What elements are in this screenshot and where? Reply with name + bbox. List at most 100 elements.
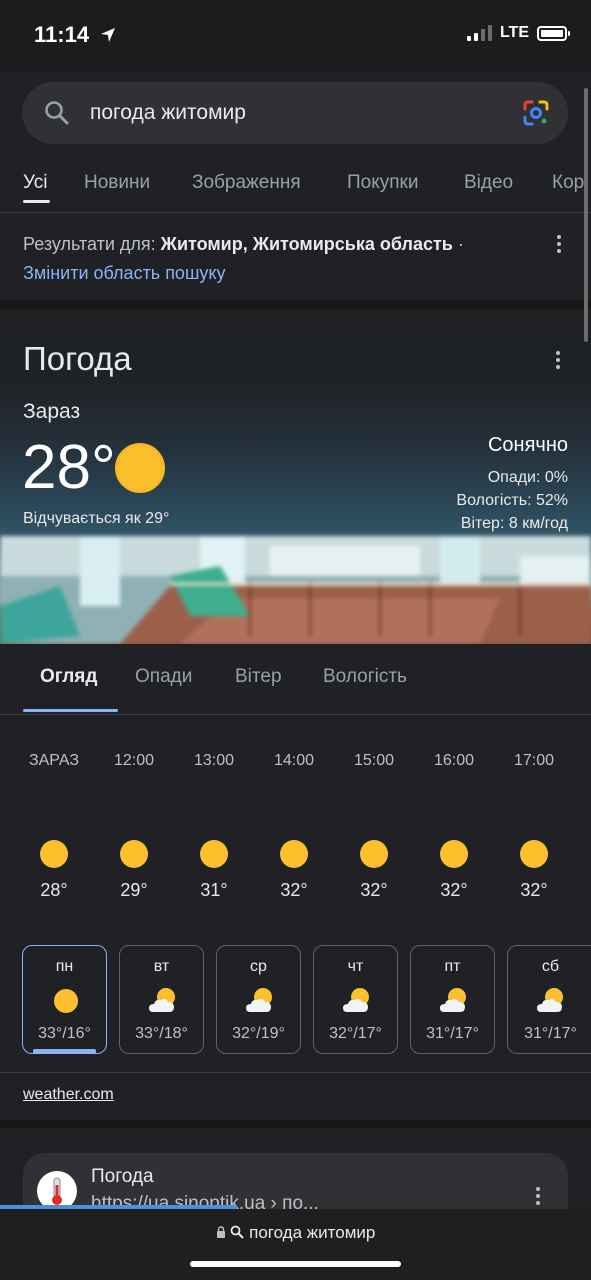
day-name: ср [250,958,267,975]
day-name: пн [55,958,74,975]
weather-menu-icon[interactable] [555,348,561,372]
browser-bottom-bar[interactable]: погода житомир [0,1209,591,1280]
status-time: 11:14 [34,22,117,48]
address-text: погода житомир [249,1223,376,1242]
partly-cloudy-icon [149,988,175,1012]
change-region-link[interactable]: Змінити область пошуку [23,263,225,283]
weather-now-label: Зараз [23,400,81,423]
search-tabs: Усі Новини Зображення Покупки Відео Кор [0,160,591,213]
weather-tab-wind[interactable]: Вітер [235,666,282,688]
battery-icon [537,25,570,41]
tab-videos[interactable]: Відео [464,172,513,194]
day-card-tue[interactable]: вт 33°/18° [119,945,204,1054]
google-lens-icon[interactable] [522,99,550,127]
day-temp: 33°/18° [135,1025,188,1042]
search-input[interactable]: погода житомир [90,101,522,125]
hour-time: 16:00 [433,752,475,769]
feels-like: Відчувається як 29° [23,510,170,527]
sun-icon [360,840,388,868]
hour-time: 12:00 [113,752,155,769]
day-name: пт [444,958,461,975]
hour-time: 15:00 [353,752,395,769]
location-arrow-icon [101,28,116,42]
precipitation: Опади: 0% [487,469,568,486]
home-indicator[interactable] [190,1261,401,1267]
partly-cloudy-icon [246,988,272,1012]
hour-temp: 29° [120,880,148,900]
sun-icon [520,840,548,868]
weather-title: Погода [23,340,132,377]
day-temp: 33°/16° [38,1025,91,1042]
partly-cloudy-icon [343,988,369,1012]
day-card-sat[interactable]: сб 31°/17° [507,945,591,1054]
sun-icon [200,840,228,868]
scrollbar[interactable] [584,88,588,342]
partly-cloudy-icon [440,988,466,1012]
weather-condition: Сонячно [487,434,568,456]
day-card-mon[interactable]: пн 33°/16° [22,945,107,1054]
day-name: вт [153,958,170,975]
status-time-text: 11:14 [34,22,90,47]
day-temp: 31°/17° [426,1025,479,1042]
results-for: Результати для: Житомир, Житомирська обл… [23,230,543,288]
tab-news[interactable]: Новини [84,172,150,194]
result-menu-icon[interactable] [535,1184,541,1208]
sun-icon [120,840,148,868]
current-temperature: 28° [22,433,116,502]
hour-temp: 32° [520,880,548,900]
hour-time: 13:00 [193,752,235,769]
weather-tabs: Огляд Опади Вітер Вологість [0,644,591,715]
day-temp: 32°/19° [232,1025,285,1042]
hour-time: ЗАРАЗ [28,752,80,769]
humidity: Вологість: 52% [456,492,568,509]
results-for-location: Житомир, Житомирська область [160,234,453,254]
divider [0,1072,591,1073]
network-label: LTE [499,24,529,41]
signal-icon [466,25,492,41]
tab-shopping[interactable]: Покупки [347,172,418,194]
search-bar[interactable]: погода житомир [22,82,568,144]
sun-icon [54,989,78,1013]
weather-details: Опади: 0% Вологість: 52% Вітер: 8 км/год [456,466,568,535]
lock-icon [216,1226,225,1238]
tab-active-indicator [23,200,50,203]
tab-more[interactable]: Кор [552,172,584,194]
wind: Вітер: 8 км/год [460,515,568,532]
day-card-wed[interactable]: ср 32°/19° [216,945,301,1054]
tab-images[interactable]: Зображення [192,172,301,194]
day-card-fri[interactable]: пт 31°/17° [410,945,495,1054]
day-active-indicator [33,1049,96,1053]
sun-icon [40,840,68,868]
partly-cloudy-icon [537,988,563,1012]
result-title[interactable]: Погода [91,1166,154,1188]
day-card-thu[interactable]: чт 32°/17° [313,945,398,1054]
search-icon [230,1225,245,1239]
hour-time: 14:00 [273,752,315,769]
sun-icon [280,840,308,868]
day-temp: 31°/17° [524,1025,577,1042]
weather-source-link[interactable]: weather.com [23,1086,114,1104]
results-for-prefix: Результати для: [23,234,161,254]
weather-background-image [0,536,591,644]
weather-tab-indicator [23,709,118,712]
status-indicators: LTE [466,24,570,42]
weather-tab-precipitation[interactable]: Опади [135,666,192,688]
hour-temp: 32° [280,880,308,900]
day-name: чт [347,958,364,975]
hour-temp: 32° [360,880,388,900]
weather-tab-overview[interactable]: Огляд [40,666,97,688]
hour-time: 17:00 [513,752,555,769]
search-icon[interactable] [44,100,70,126]
day-temp: 32°/17° [329,1025,382,1042]
weather-tab-humidity[interactable]: Вологість [323,666,407,688]
hour-temp: 31° [200,880,228,900]
address-bar[interactable]: погода житомир [0,1223,591,1243]
sun-icon [118,446,162,490]
tab-all[interactable]: Усі [23,172,48,194]
status-bar: 11:14 LTE [0,0,591,72]
hour-temp: 32° [440,880,468,900]
day-name: сб [541,958,560,975]
section-divider [0,1120,591,1128]
results-for-menu-icon[interactable] [556,232,562,256]
section-divider [0,300,591,310]
